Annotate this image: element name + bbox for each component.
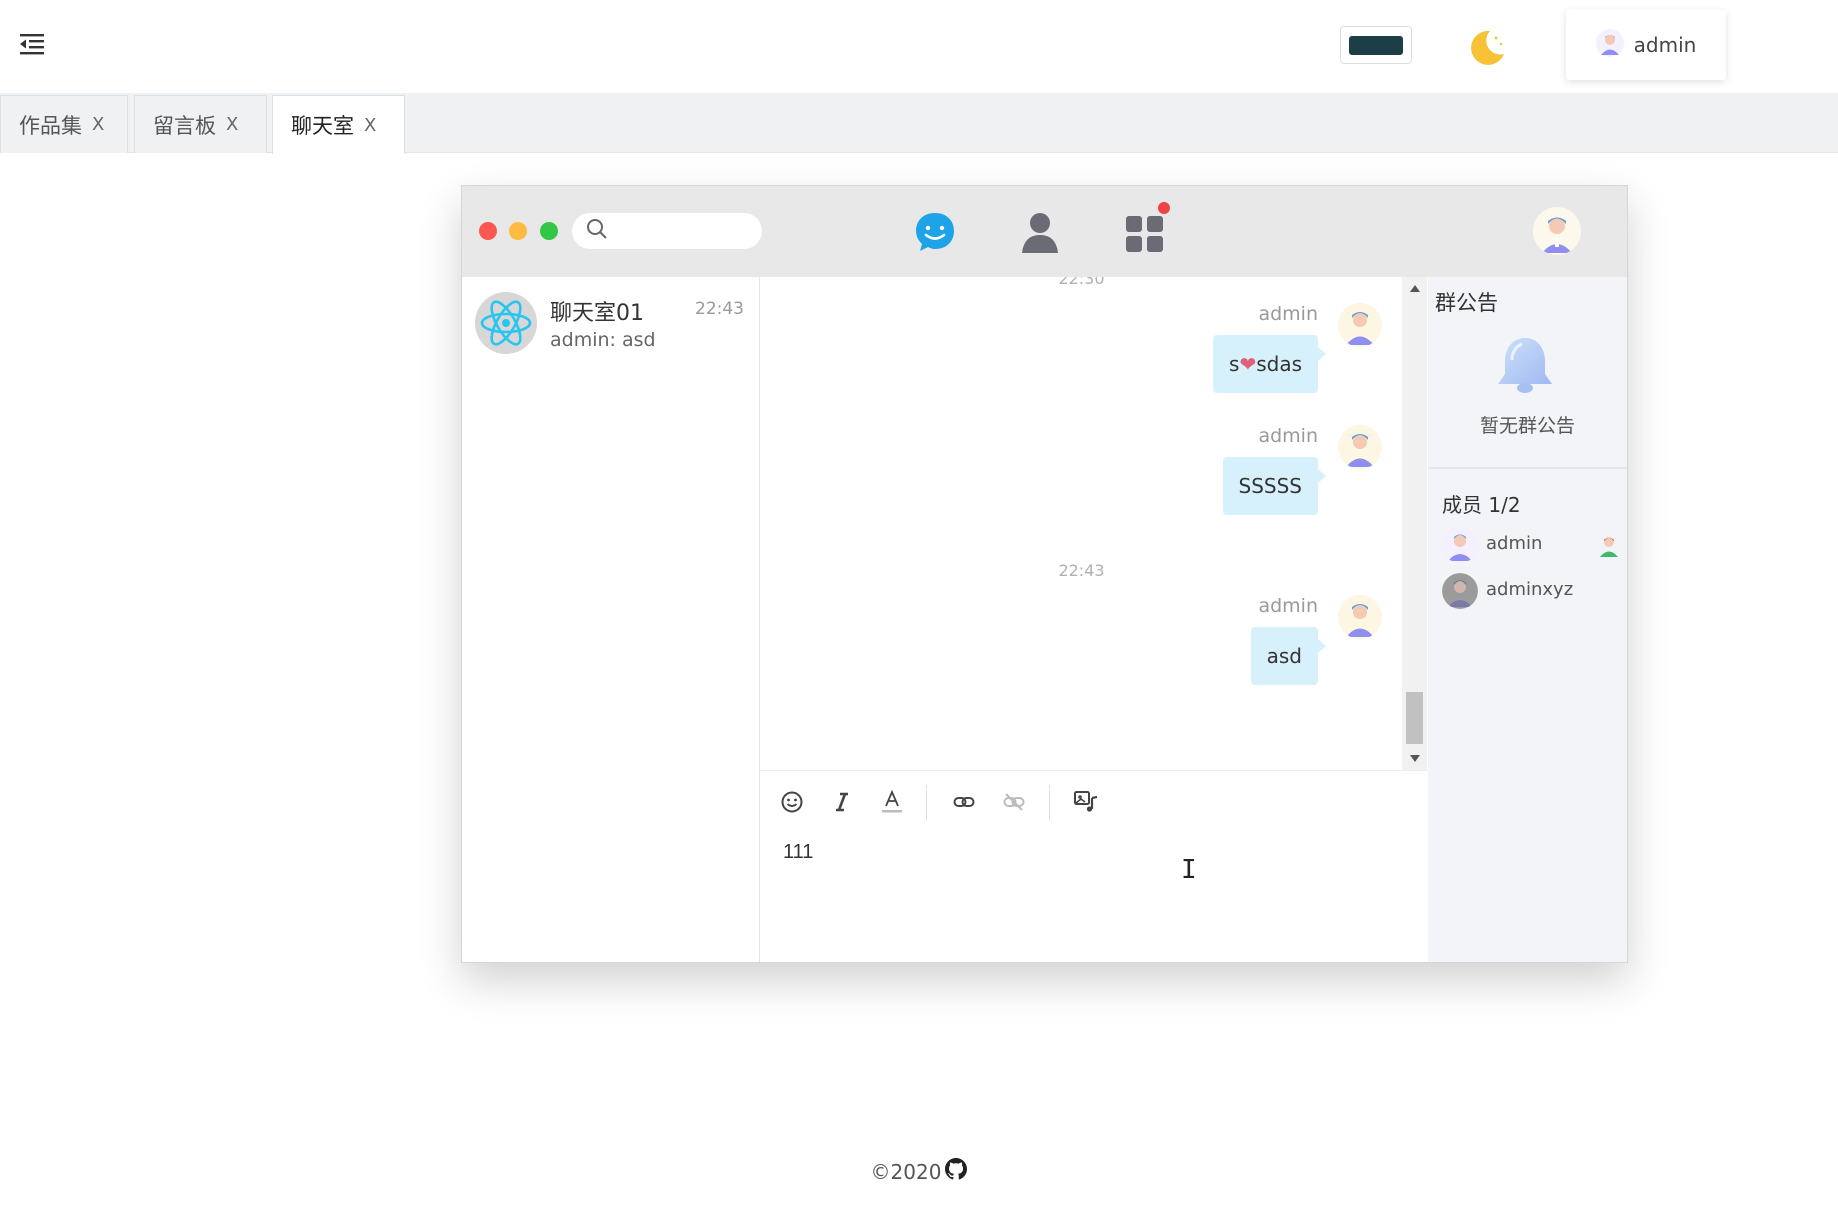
notification-badge	[1158, 202, 1170, 214]
menu-fold-icon[interactable]	[18, 30, 46, 58]
github-icon[interactable]	[945, 1158, 968, 1185]
sender-avatar[interactable]	[1338, 425, 1382, 469]
member-name: admin	[1486, 533, 1543, 554]
conversation-last-message: admin: asd	[550, 329, 656, 351]
time-separator: 22:43	[1058, 561, 1105, 580]
search-box	[572, 213, 762, 249]
top-header: admin	[0, 0, 1838, 92]
conversation-name: 聊天室01	[550, 301, 644, 326]
toolbar-divider	[1049, 785, 1050, 821]
panel-divider	[1428, 467, 1627, 469]
tab-close-icon[interactable]: X	[92, 114, 104, 135]
search-icon	[586, 218, 608, 244]
apps-grid-icon[interactable]	[1123, 210, 1167, 254]
sender-avatar[interactable]	[1338, 303, 1382, 347]
heart-emoji-icon: ❤	[1239, 352, 1257, 376]
message-sender: admin	[1258, 303, 1318, 325]
member-item[interactable]: adminxyz	[1442, 573, 1622, 609]
tab-label: 留言板	[153, 113, 216, 138]
window-maximize-button[interactable]	[540, 222, 558, 240]
members-title: 成员 1/2	[1442, 493, 1521, 517]
scroll-down-arrow-icon[interactable]	[1410, 755, 1420, 762]
chat-window-header	[462, 186, 1627, 277]
message-bubble: SSSSS	[1222, 457, 1327, 515]
member-item[interactable]: admin	[1442, 527, 1622, 563]
scrollbar-thumb[interactable]	[1406, 692, 1423, 744]
message-item: admin asd	[782, 595, 1382, 695]
text-cursor-icon: I	[1181, 855, 1197, 885]
conversation-item[interactable]: 聊天室01 22:43 admin: asd	[462, 277, 759, 367]
tab-chatroom[interactable]: 聊天室 X	[272, 95, 405, 154]
contact-person-icon[interactable]	[1018, 210, 1062, 254]
moon-night-icon[interactable]	[1466, 26, 1508, 68]
theme-color-swatch	[1349, 36, 1403, 55]
tab-bar: 作品集 X 留言板 X 聊天室 X	[0, 93, 1838, 154]
link-icon[interactable]	[949, 787, 979, 817]
user-menu[interactable]: admin	[1566, 10, 1726, 80]
tab-guestbook[interactable]: 留言板 X	[134, 95, 267, 153]
group-notice-title: 群公告	[1435, 291, 1498, 315]
message-editor: I	[761, 770, 1428, 962]
toolbar-divider	[926, 785, 927, 821]
chat-window: 聊天室01 22:43 admin: asd 22:30 admin s❤sda…	[461, 185, 1628, 963]
tab-close-icon[interactable]: X	[364, 115, 376, 136]
window-close-button[interactable]	[479, 222, 497, 240]
tab-label: 聊天室	[291, 114, 354, 138]
member-name: adminxyz	[1486, 579, 1574, 600]
font-color-icon[interactable]	[877, 787, 907, 817]
group-notice-empty: 暂无群公告	[1479, 415, 1575, 437]
message-list[interactable]: 22:30 admin s❤sdas admin SSSSS 22:43 adm…	[761, 277, 1402, 770]
window-minimize-button[interactable]	[509, 222, 527, 240]
message-input[interactable]	[783, 841, 1403, 864]
react-logo-icon	[475, 292, 537, 354]
sender-avatar[interactable]	[1338, 595, 1382, 639]
italic-icon[interactable]	[827, 787, 857, 817]
member-avatar	[1442, 573, 1478, 609]
theme-color-picker[interactable]	[1340, 26, 1412, 64]
unlink-icon[interactable]	[999, 787, 1029, 817]
search-input[interactable]	[616, 222, 756, 240]
user-avatar-icon	[1595, 29, 1624, 61]
message-item: admin s❤sdas	[782, 303, 1382, 403]
member-avatar	[1442, 527, 1478, 563]
image-music-icon[interactable]	[1071, 787, 1101, 817]
message-sender: admin	[1258, 595, 1318, 617]
tab-label: 作品集	[19, 113, 82, 138]
group-info-panel: 群公告 暂无群公告 成员 1/2 admin adminxyz	[1428, 277, 1627, 962]
message-text: sdas	[1256, 352, 1302, 376]
chat-bubble-icon[interactable]	[913, 210, 957, 254]
copyright-text: ©2020	[870, 1159, 942, 1184]
group-owner-icon	[1598, 535, 1620, 557]
message-scrollbar[interactable]	[1402, 277, 1427, 770]
message-text: s	[1229, 352, 1240, 376]
message-sender: admin	[1258, 425, 1318, 447]
message-bubble: asd	[1250, 627, 1327, 685]
scroll-up-arrow-icon[interactable]	[1410, 285, 1420, 292]
username-label: admin	[1633, 33, 1697, 57]
tab-portfolio[interactable]: 作品集 X	[0, 95, 128, 153]
time-separator: 22:30	[1058, 277, 1105, 288]
conversation-time: 22:43	[695, 299, 744, 319]
message-item: admin SSSSS	[782, 425, 1382, 525]
current-user-avatar[interactable]	[1533, 207, 1581, 255]
conversation-list: 聊天室01 22:43 admin: asd	[462, 277, 760, 962]
footer: ©2020	[0, 1158, 1838, 1185]
message-bubble: s❤sdas	[1213, 335, 1326, 393]
tab-close-icon[interactable]: X	[226, 114, 238, 135]
emoji-icon[interactable]	[777, 787, 807, 817]
bell-icon	[1490, 332, 1560, 402]
